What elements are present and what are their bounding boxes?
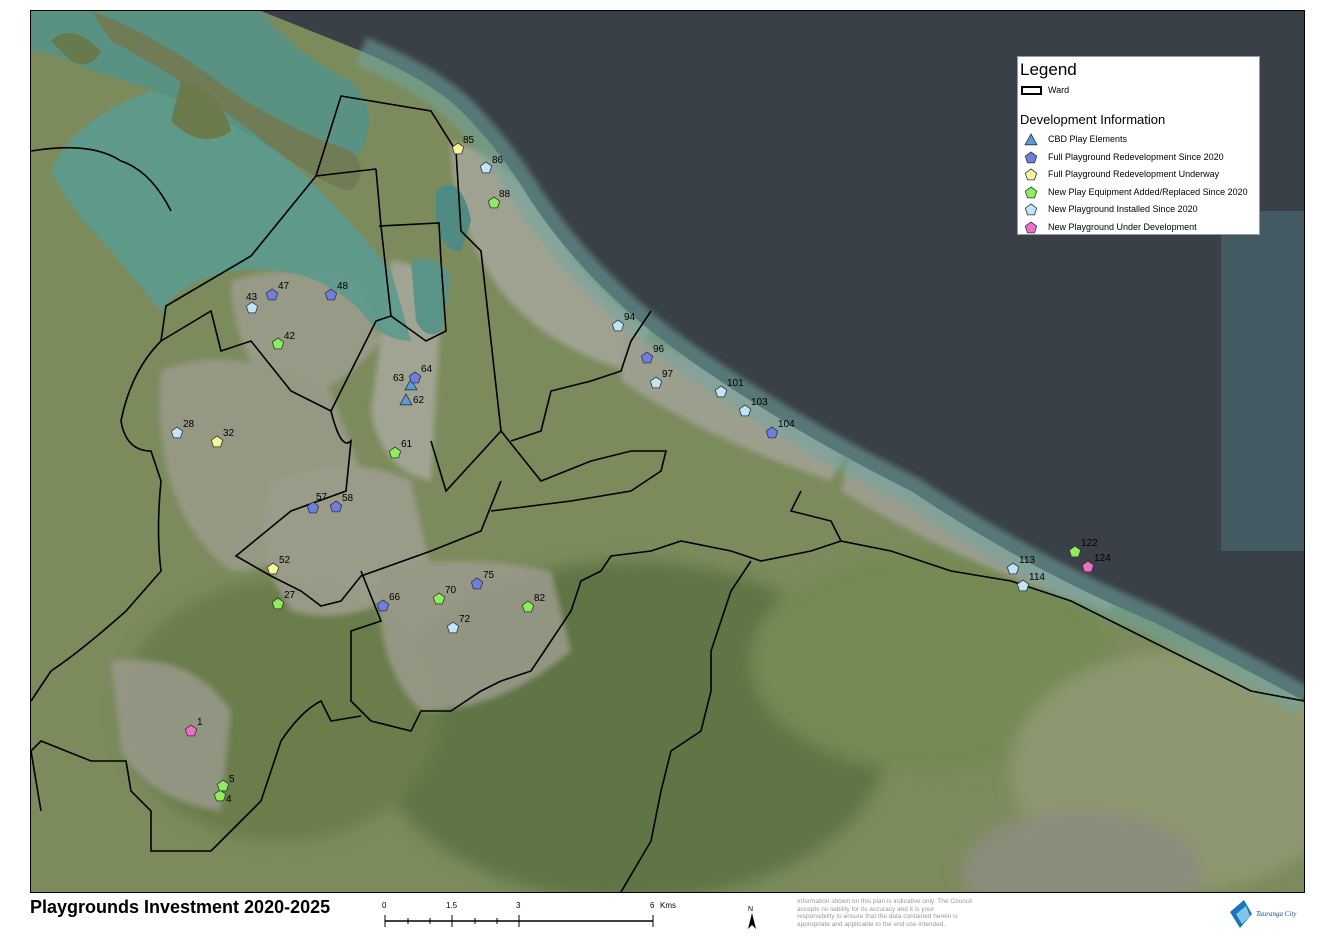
logo-text: Tauranga City [1256,910,1297,918]
offshore-imagery [1221,211,1304,551]
marker-label-4: 4 [226,794,232,805]
marker-label-75: 75 [483,570,495,581]
marker-label-104: 104 [778,419,795,430]
north-arrow-icon: N [748,906,756,929]
legend-title: Legend [1020,60,1077,79]
legend-label-new_installed: New Playground Installed Since 2020 [1048,204,1198,214]
marker-label-97: 97 [662,369,674,380]
marker-label-62: 62 [413,395,425,406]
marker-label-63: 63 [393,373,405,384]
legend-symbol-new_equipment [1024,186,1038,198]
legend-item-new_underdev: New Playground Under Development [1022,219,1257,236]
marker-label-85: 85 [463,135,475,146]
legend-symbol-new_underdev [1024,221,1038,233]
marker-label-32: 32 [223,428,235,439]
north-arrow: N [743,902,763,932]
map-legend: Legend Ward Development Information CBD … [1017,56,1260,235]
legend-item-new_installed: New Playground Installed Since 2020 [1022,201,1257,218]
legend-symbol-full_underway [1024,168,1038,181]
ward-swatch [1021,86,1042,95]
legend-item-full_redev: Full Playground Redevelopment Since 2020 [1022,149,1257,166]
marker-label-1: 1 [197,717,203,728]
legend-item-full_underway: Full Playground Redevelopment Underway [1022,166,1257,183]
scale-bar: 0 1.5 3 6 Kms [380,901,680,931]
marker-label-5: 5 [229,774,235,785]
marker-label-57: 57 [316,492,328,503]
playground-marker-43[interactable]: 43 [245,292,259,314]
legend-label-cbd: CBD Play Elements [1048,134,1128,144]
marker-label-113: 113 [1019,555,1035,566]
legend-label-full_underway: Full Playground Redevelopment Underway [1048,169,1220,179]
marker-label-122: 122 [1081,538,1098,549]
ward-label: Ward [1048,85,1070,95]
marker-label-48: 48 [337,281,349,292]
marker-label-64: 64 [421,364,433,375]
marker-label-72: 72 [459,614,471,625]
marker-label-28: 28 [183,419,195,430]
marker-label-47: 47 [278,281,290,292]
legend-label-full_redev: Full Playground Redevelopment Since 2020 [1048,151,1224,162]
council-logo: Tauranga City [1222,898,1312,930]
marker-label-43: 43 [246,292,258,303]
legend-symbol-new_installed [1024,203,1038,216]
marker-label-88: 88 [499,189,511,200]
marker-label-52: 52 [279,555,291,566]
marker-label-101: 101 [727,378,744,389]
marker-label-124: 124 [1094,553,1111,564]
legend-item-cbd: CBD Play Elements [1022,131,1257,148]
marker-label-82: 82 [534,593,546,604]
marker-label-86: 86 [492,155,504,166]
marker-label-70: 70 [445,585,457,596]
marker-label-66: 66 [389,592,401,603]
marker-label-103: 103 [751,397,768,408]
disclaimer-text: Information shown on this plan is indica… [797,898,972,928]
map-title: Playgrounds Investment 2020-2025 [30,897,331,917]
marker-label-42: 42 [284,331,296,342]
marker-label-96: 96 [653,344,665,355]
marker-label-58: 58 [342,493,354,504]
scale-bar-graphic [384,915,654,927]
legend-label-new_underdev: New Playground Under Development [1048,221,1197,232]
council-logo-icon: Tauranga City [1230,900,1297,928]
legend-symbol-full_redev [1024,151,1038,163]
north-label: N [748,906,753,913]
marker-label-61: 61 [401,439,413,450]
legend-label-new_equipment: New Play Equipment Added/Replaced Since … [1048,186,1248,197]
legend-subtitle: Development Information [1020,112,1166,127]
legend-symbol-cbd [1024,133,1038,146]
legend-item-new_equipment: New Play Equipment Added/Replaced Since … [1022,184,1257,201]
marker-label-27: 27 [284,590,296,601]
marker-label-94: 94 [624,312,636,323]
marker-label-114: 114 [1029,572,1045,583]
